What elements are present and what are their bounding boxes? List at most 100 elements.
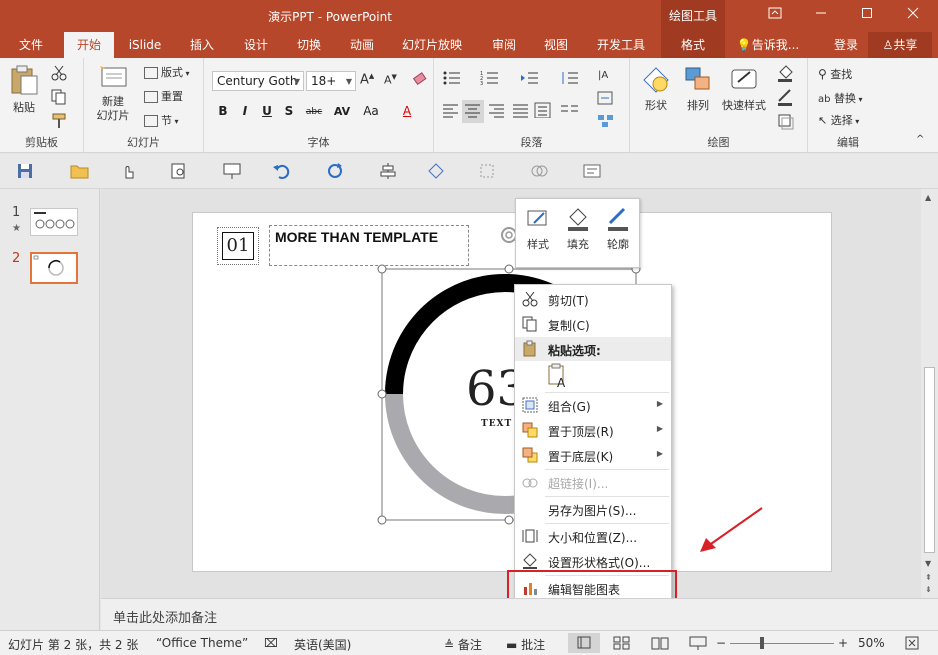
notes-pane[interactable]: 单击此处添加备注 [101,598,938,630]
mini-style-button[interactable]: 样式 [520,205,556,252]
quick-styles-button[interactable]: 快速样式 [718,64,770,113]
comments-toggle-button[interactable]: ▬ 批注 [506,636,545,653]
tab-view[interactable]: 视图 [532,32,580,58]
font-color-button[interactable]: A [398,104,416,122]
text-direction-button[interactable]: |A [596,66,616,89]
selection-pane-button[interactable] [478,162,498,182]
text-box-button[interactable] [582,162,602,182]
resize-handle[interactable] [377,515,387,525]
undo-button[interactable] [272,162,292,182]
present-button[interactable] [222,162,242,182]
strikethrough-button[interactable]: abc [302,107,326,125]
columns-button[interactable] [560,102,580,121]
align-right-button[interactable] [488,102,506,121]
numbering-button[interactable]: 123 [480,70,500,89]
print-preview-button[interactable] [170,162,190,182]
section-button[interactable]: 节 ▾ [144,112,179,128]
tab-developer[interactable]: 开发工具 [588,32,654,58]
increase-font-button[interactable]: A▲ [360,72,374,87]
reset-button[interactable]: 重置 [144,88,183,104]
tell-me-box[interactable]: 💡告诉我... [732,32,804,58]
signin-link[interactable]: 登录 [826,32,866,58]
ribbon-display-options-button[interactable] [752,0,798,32]
maximize-button[interactable] [844,0,890,32]
menu-item-cut[interactable]: 剪切(T) [515,287,671,311]
zoom-level[interactable]: 50% [858,636,885,650]
menu-item-save-as-picture[interactable]: 另存为图片(S)... [515,497,671,521]
decrease-font-button[interactable]: A▼ [384,73,397,87]
change-case-button[interactable]: Aa [358,104,384,122]
merge-shapes-button[interactable] [530,162,550,182]
tab-design[interactable]: 设计 [232,32,280,58]
justify-button[interactable] [512,102,530,121]
new-slide-button[interactable]: 新建 幻灯片 [88,64,138,123]
slide-thumbnail-2[interactable] [30,252,78,284]
slideshow-button[interactable] [686,633,710,653]
shape-outline-button[interactable] [776,88,796,109]
prev-slide-icon[interactable]: ⇞ [925,573,932,582]
smartart-convert-button[interactable] [596,112,616,131]
normal-view-button[interactable] [568,633,600,653]
shapes-button[interactable]: 形状 [636,64,676,113]
menu-item-size-position[interactable]: 大小和位置(Z)... [515,524,671,548]
italic-button[interactable]: I [236,104,254,122]
notes-toggle-button[interactable]: ≜ 备注 [444,636,482,653]
vertical-scrollbar[interactable]: ▲ ▼ ⇞ ⇟ [921,189,938,598]
font-size-combo[interactable]: 18+ ▼ [306,71,356,91]
underline-button[interactable]: U [258,104,276,122]
tab-islide[interactable]: iSlide [120,32,170,58]
mini-fill-button[interactable]: 填充 [560,205,596,252]
bullets-button[interactable] [442,70,462,89]
indent-button[interactable] [520,70,540,89]
zoom-in-button[interactable]: + [838,636,848,650]
line-spacing-button[interactable] [560,70,580,89]
zoom-slider-track[interactable] [730,643,834,644]
char-spacing-button[interactable]: AV [330,105,354,123]
paste-button[interactable]: 粘贴 [6,64,42,115]
tab-transitions[interactable]: 切换 [285,32,333,58]
collapse-ribbon-button[interactable]: ^ [916,134,924,145]
shape-insert-button[interactable] [426,162,446,182]
scroll-down-icon[interactable]: ▼ [925,559,931,568]
menu-item-bring-to-front[interactable]: 置于顶层(R) ▶ [515,418,671,442]
clear-format-button[interactable] [412,71,428,90]
tab-animations[interactable]: 动画 [338,32,386,58]
paste-keep-text-button[interactable]: A [545,363,571,390]
tab-insert[interactable]: 插入 [178,32,226,58]
align-center-button[interactable] [462,100,484,123]
resize-handle[interactable] [377,389,387,399]
copy-button[interactable] [50,88,68,109]
touch-mode-button[interactable] [118,162,138,182]
menu-item-copy[interactable]: 复制(C) [515,312,671,336]
shape-fill-button[interactable] [776,64,796,85]
spellcheck-icon[interactable]: ⌧ [264,636,278,650]
format-painter-button[interactable] [50,112,68,133]
resize-handle[interactable] [504,264,514,274]
align-objects-button[interactable] [378,162,398,182]
zoom-out-button[interactable]: − [716,636,726,650]
zoom-slider-thumb[interactable] [760,637,764,649]
mini-outline-button[interactable]: 轮廓 [600,205,636,252]
redo-button[interactable] [326,162,346,182]
bold-button[interactable]: B [214,104,232,122]
shadow-button[interactable]: S [280,104,298,122]
resize-handle[interactable] [377,264,387,274]
tab-review[interactable]: 审阅 [480,32,528,58]
font-name-combo[interactable]: Century Goth ▼ [212,71,304,91]
scroll-thumb[interactable] [924,367,935,553]
find-button[interactable]: ⚲ 查找 [818,66,852,82]
open-button[interactable] [70,162,90,182]
cut-button[interactable] [50,64,68,85]
tab-file[interactable]: 文件 [8,32,54,58]
menu-item-group[interactable]: 组合(G) ▶ [515,393,671,417]
arrange-button[interactable]: 排列 [678,64,718,113]
tab-format[interactable]: 格式 [661,32,725,58]
select-button[interactable]: ↖ 选择 ▾ [818,112,859,128]
tab-home[interactable]: 开始 [64,32,114,58]
fit-to-window-button[interactable] [904,635,920,651]
reading-view-button[interactable] [648,633,672,653]
menu-item-send-to-back[interactable]: 置于底层(K) ▶ [515,443,671,467]
close-button[interactable] [890,0,936,32]
resize-handle[interactable] [504,515,514,525]
slide-thumbnail-1[interactable] [30,208,78,236]
